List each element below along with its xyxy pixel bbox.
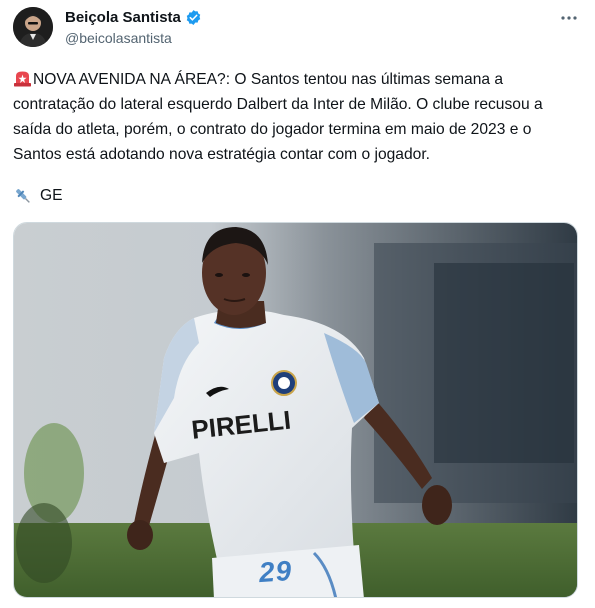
author-name-row: Beiçola Santista [65,9,202,26]
tweet-text: NOVA AVENIDA NA ÁREA?: O Santos tentou n… [13,67,583,167]
tweet-source: GE [13,186,63,206]
tweet-photo[interactable]: PIRELLI 29 [13,222,578,598]
tweet[interactable]: Beiçola Santista @beicolasantista NOVA A… [0,0,595,608]
display-name[interactable]: Beiçola Santista [65,9,181,26]
player-photo [14,223,577,597]
pin-icon [13,186,33,206]
tweet-body: NOVA AVENIDA NA ÁREA?: O Santos tentou n… [13,71,547,163]
author-handle[interactable]: @beicolasantista [65,30,172,46]
rotating-light-icon [13,70,32,87]
shorts-number: 29 [257,554,294,589]
more-options-icon[interactable] [557,8,581,28]
verified-badge-icon [185,9,202,26]
avatar[interactable] [13,7,53,47]
source-label: GE [40,187,63,204]
